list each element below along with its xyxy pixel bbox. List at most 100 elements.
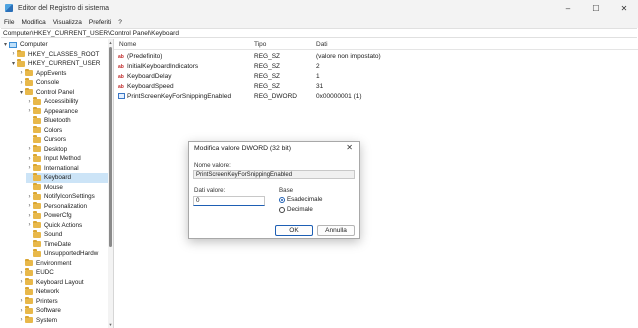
tree-item[interactable]: › Personalization — [26, 201, 108, 212]
column-header-type[interactable]: Tipo — [254, 41, 266, 48]
scroll-thumb[interactable] — [109, 47, 112, 247]
tree-item[interactable]: › Quick Actions — [26, 220, 108, 231]
tree-item[interactable]: › Input Method — [26, 154, 108, 164]
chevron-right-icon[interactable]: › — [26, 99, 33, 105]
value-name-text: InitialKeyboardIndicators — [127, 63, 199, 70]
close-window-button[interactable]: ✕ — [610, 0, 638, 16]
string-value-icon: ab — [118, 64, 124, 70]
menu-file[interactable]: File — [4, 19, 14, 26]
chevron-right-icon[interactable]: › — [26, 222, 33, 228]
value-row[interactable]: ab KeyboardDelay REG_SZ 1 — [114, 72, 638, 82]
base-group-label: Base — [279, 187, 294, 194]
value-type-cell: REG_DWORD — [254, 93, 297, 100]
value-row[interactable]: ab KeyboardSpeed REG_SZ 31 — [114, 82, 638, 92]
chevron-right-icon[interactable]: › — [18, 270, 25, 276]
folder-icon — [33, 239, 41, 248]
folder-icon — [33, 144, 41, 153]
tree-item[interactable]: › AppEvents — [18, 68, 108, 79]
tree-item-label: Keyboard Layout — [36, 278, 84, 286]
tree-item[interactable]: › Console — [18, 78, 108, 88]
tree-item[interactable]: › Desktop — [26, 144, 108, 155]
menu-help[interactable]: ? — [118, 19, 122, 26]
chevron-right-icon[interactable]: › — [18, 80, 25, 86]
chevron-right-icon[interactable]: › — [26, 194, 33, 200]
edit-dword-dialog: Modifica valore DWORD (32 bit) ✕ Nome va… — [188, 141, 360, 239]
tree-item[interactable]: TimeDate — [26, 239, 108, 250]
chevron-right-icon[interactable]: › — [18, 279, 25, 285]
value-data-input[interactable]: 0 — [193, 196, 265, 206]
chevron-right-icon[interactable]: › — [18, 70, 25, 76]
tree-item[interactable]: Cursors — [26, 135, 108, 145]
folder-icon — [33, 182, 41, 191]
tree-item[interactable]: Environment — [18, 258, 108, 269]
tree-item[interactable]: Mouse — [26, 182, 108, 193]
menu-visualizza[interactable]: Visualizza — [53, 19, 82, 26]
tree-item[interactable]: › Software — [18, 306, 108, 316]
tree-item[interactable]: › NotifyIconSettings — [26, 192, 108, 202]
maximize-button[interactable]: ☐ — [582, 0, 610, 16]
tree-item-label: Input Method — [44, 155, 81, 163]
chevron-right-icon[interactable]: › — [18, 298, 25, 304]
tree-item[interactable]: › PowerCfg — [26, 211, 108, 221]
tree-item[interactable]: Sound — [26, 230, 108, 240]
tree-item[interactable]: › Appearance — [26, 106, 108, 117]
menu-modifica[interactable]: Modifica — [21, 19, 45, 26]
value-name-field[interactable]: PrintScreenKeyForSnippingEnabled — [193, 170, 355, 179]
tree-item[interactable]: › International — [26, 163, 108, 174]
radio-hexadecimal[interactable]: Esadecimale — [279, 196, 322, 203]
column-header-data[interactable]: Dati — [316, 41, 328, 48]
tree-item[interactable]: Colors — [26, 125, 108, 136]
chevron-right-icon[interactable]: › — [26, 165, 33, 171]
title-bar: Editor del Registro di sistema – ☐ ✕ — [0, 0, 638, 16]
tree-item[interactable]: Bluetooth — [26, 116, 108, 126]
tree-item-label: Console — [36, 79, 60, 87]
tree-item[interactable]: Network — [18, 287, 108, 297]
tree-item-label: Keyboard — [44, 174, 71, 182]
tree-item[interactable]: › HKEY_CLASSES_ROOT — [10, 49, 108, 60]
tree-item[interactable]: › Printers — [18, 296, 108, 307]
tree-item[interactable]: › Keyboard Layout — [18, 277, 108, 288]
value-row[interactable]: ab (Predefinito) REG_SZ (valore non imposta… — [114, 52, 638, 62]
tree-item-label: Software — [36, 307, 61, 315]
folder-icon — [25, 277, 33, 286]
tree-item-label: Control Panel — [36, 88, 75, 96]
chevron-right-icon[interactable]: › — [18, 308, 25, 314]
menu-preferiti[interactable]: Preferiti — [89, 19, 111, 26]
radio-decimal[interactable]: Decimale — [279, 206, 313, 213]
tree-item[interactable]: UnsupportedHardw — [26, 249, 108, 259]
chevron-right-icon[interactable]: › — [26, 108, 33, 114]
radio-selected-icon[interactable] — [279, 196, 285, 203]
tree-item-label: Sound — [44, 231, 63, 239]
tree-item[interactable]: ▾ HKEY_CURRENT_USER — [10, 59, 108, 69]
chevron-right-icon[interactable]: › — [10, 51, 17, 57]
menu-bar: File Modifica Visualizza Preferiti ? — [0, 16, 638, 28]
computer-icon — [9, 41, 17, 48]
cancel-button[interactable]: Annulla — [317, 225, 355, 236]
chevron-right-icon[interactable]: › — [26, 203, 33, 209]
radio-unselected-icon[interactable] — [279, 206, 285, 213]
tree-item[interactable]: ▾ Computer — [2, 40, 108, 50]
tree-item-label: Accessibility — [44, 98, 79, 106]
chevron-right-icon[interactable]: › — [18, 317, 25, 323]
chevron-right-icon[interactable]: › — [26, 213, 33, 219]
dialog-close-icon[interactable]: ✕ — [346, 143, 353, 152]
minimize-button[interactable]: – — [554, 0, 582, 16]
column-header-name[interactable]: Nome — [119, 41, 136, 48]
value-row[interactable]: ab InitialKeyboardIndicators REG_SZ 2 — [114, 62, 638, 72]
value-row[interactable]: PrintScreenKeyForSnippingEnabled REG_DWOR… — [114, 92, 638, 102]
value-type-cell: REG_SZ — [254, 53, 281, 60]
chevron-down-icon[interactable]: ▾ — [2, 41, 9, 48]
chevron-right-icon[interactable]: › — [26, 156, 33, 162]
tree-item-label: Desktop — [44, 145, 68, 153]
tree-item[interactable]: ▾ Control Panel — [18, 87, 108, 98]
chevron-down-icon[interactable]: ▾ — [10, 60, 17, 67]
folder-icon — [17, 49, 25, 58]
address-bar[interactable]: Computer\HKEY_CURRENT_USER\Control Panel… — [1, 28, 637, 38]
tree-item[interactable]: › Accessibility — [26, 97, 108, 107]
ok-button[interactable]: OK — [275, 225, 313, 236]
tree-item[interactable]: › System — [18, 315, 108, 326]
tree-item[interactable]: › EUDC — [18, 268, 108, 278]
chevron-down-icon[interactable]: ▾ — [18, 89, 25, 96]
tree-item[interactable]: Keyboard — [26, 173, 108, 183]
chevron-right-icon[interactable]: › — [26, 146, 33, 152]
